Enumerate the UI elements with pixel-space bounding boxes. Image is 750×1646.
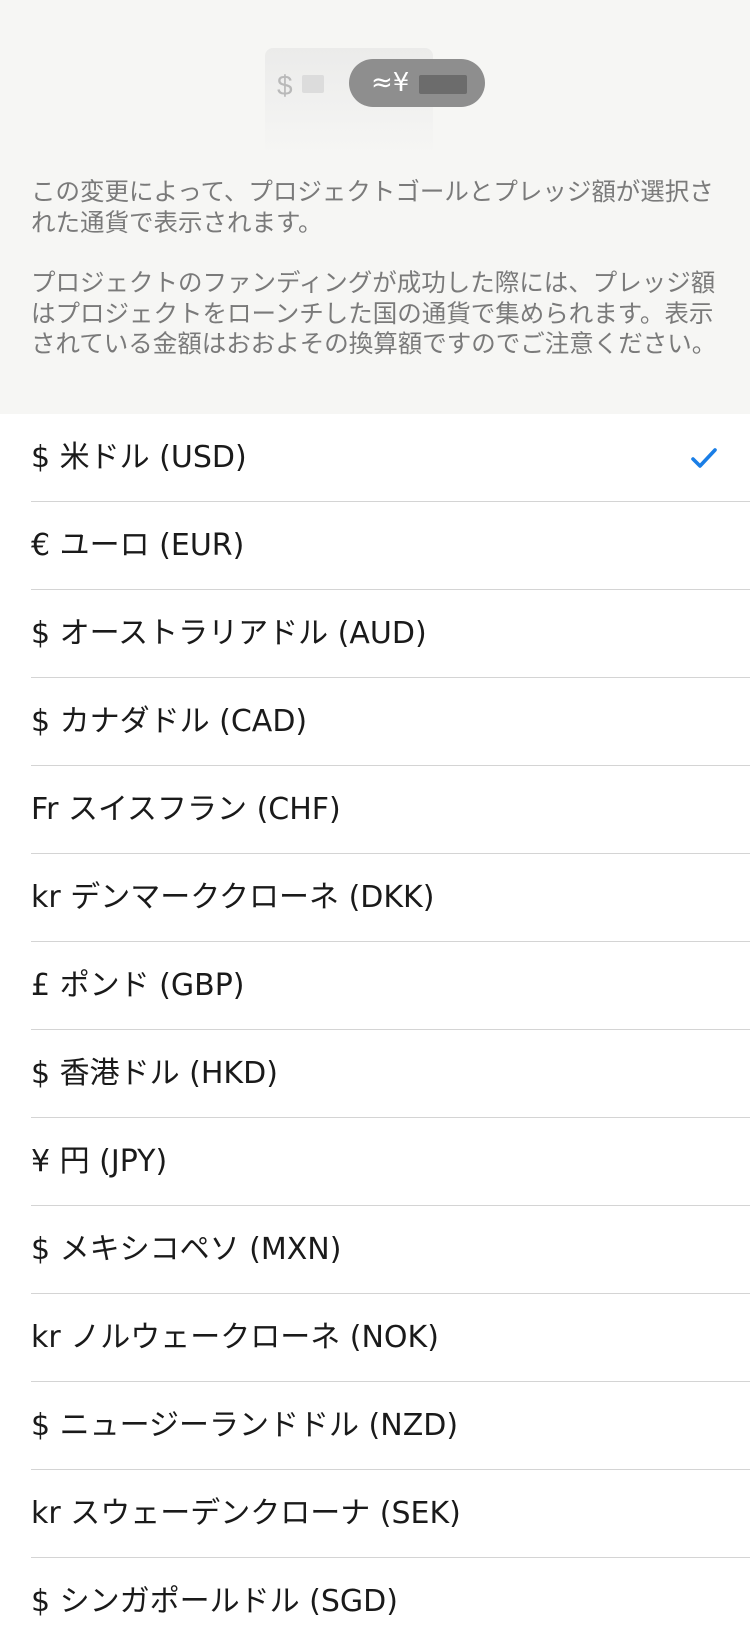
currency-label: ¥ 円 (JPY) xyxy=(31,1144,168,1179)
currency-row-jpy[interactable]: ¥ 円 (JPY) xyxy=(0,1118,750,1206)
currency-list: $ 米ドル (USD) € ユーロ (EUR) $ オーストラリアドル (AUD… xyxy=(0,414,750,1646)
currency-label: € ユーロ (EUR) xyxy=(31,528,245,563)
currency-label: $ シンガポールドル (SGD) xyxy=(31,1584,398,1619)
currency-label: $ メキシコペソ (MXN) xyxy=(31,1232,342,1267)
currency-label: $ 香港ドル (HKD) xyxy=(31,1056,278,1091)
currency-info-header: $ ≈¥ この変更によって、プロジェクトゴールとプレッジ額が選択された通貨で表示… xyxy=(0,0,750,414)
currency-row-sgd[interactable]: $ シンガポールドル (SGD) xyxy=(0,1558,750,1646)
currency-row-hkd[interactable]: $ 香港ドル (HKD) xyxy=(0,1030,750,1118)
currency-row-chf[interactable]: Fr スイスフラン (CHF) xyxy=(0,766,750,854)
currency-row-usd[interactable]: $ 米ドル (USD) xyxy=(0,414,750,502)
currency-label: kr デンマーククローネ (DKK) xyxy=(31,880,435,915)
currency-row-nzd[interactable]: $ ニュージーランドドル (NZD) xyxy=(0,1382,750,1470)
currency-label: $ ニュージーランドドル (NZD) xyxy=(31,1408,459,1443)
info-paragraph-display: この変更によって、プロジェクトゴールとプレッジ額が選択された通貨で表示されます。 xyxy=(31,177,714,237)
currency-row-nok[interactable]: kr ノルウェークローネ (NOK) xyxy=(0,1294,750,1382)
currency-label: Fr スイスフラン (CHF) xyxy=(31,792,341,827)
currency-row-eur[interactable]: € ユーロ (EUR) xyxy=(0,502,750,590)
currency-label: $ オーストラリアドル (AUD) xyxy=(31,616,427,651)
currency-label: £ ポンド (GBP) xyxy=(31,968,245,1003)
currency-label: $ カナダドル (CAD) xyxy=(31,704,308,739)
currency-row-mxn[interactable]: $ メキシコペソ (MXN) xyxy=(0,1206,750,1294)
converted-amount-placeholder xyxy=(419,75,467,94)
info-paragraph-funding: プロジェクトのファンディングが成功した際には、プレッジ額はプロジェクトをローンチ… xyxy=(31,268,717,358)
currency-row-cad[interactable]: $ カナダドル (CAD) xyxy=(0,678,750,766)
checkmark-icon xyxy=(691,448,717,468)
currency-label: kr ノルウェークローネ (NOK) xyxy=(31,1320,439,1355)
amount-placeholder xyxy=(302,75,324,93)
currency-label: $ 米ドル (USD) xyxy=(31,440,247,475)
approx-yen-symbol: ≈¥ xyxy=(371,68,410,98)
currency-label: kr スウェーデンクローナ (SEK) xyxy=(31,1496,461,1531)
currency-row-aud[interactable]: $ オーストラリアドル (AUD) xyxy=(0,590,750,678)
dollar-symbol: $ xyxy=(277,70,293,101)
currency-row-dkk[interactable]: kr デンマーククローネ (DKK) xyxy=(0,854,750,942)
currency-row-sek[interactable]: kr スウェーデンクローナ (SEK) xyxy=(0,1470,750,1558)
currency-row-gbp[interactable]: £ ポンド (GBP) xyxy=(0,942,750,1030)
